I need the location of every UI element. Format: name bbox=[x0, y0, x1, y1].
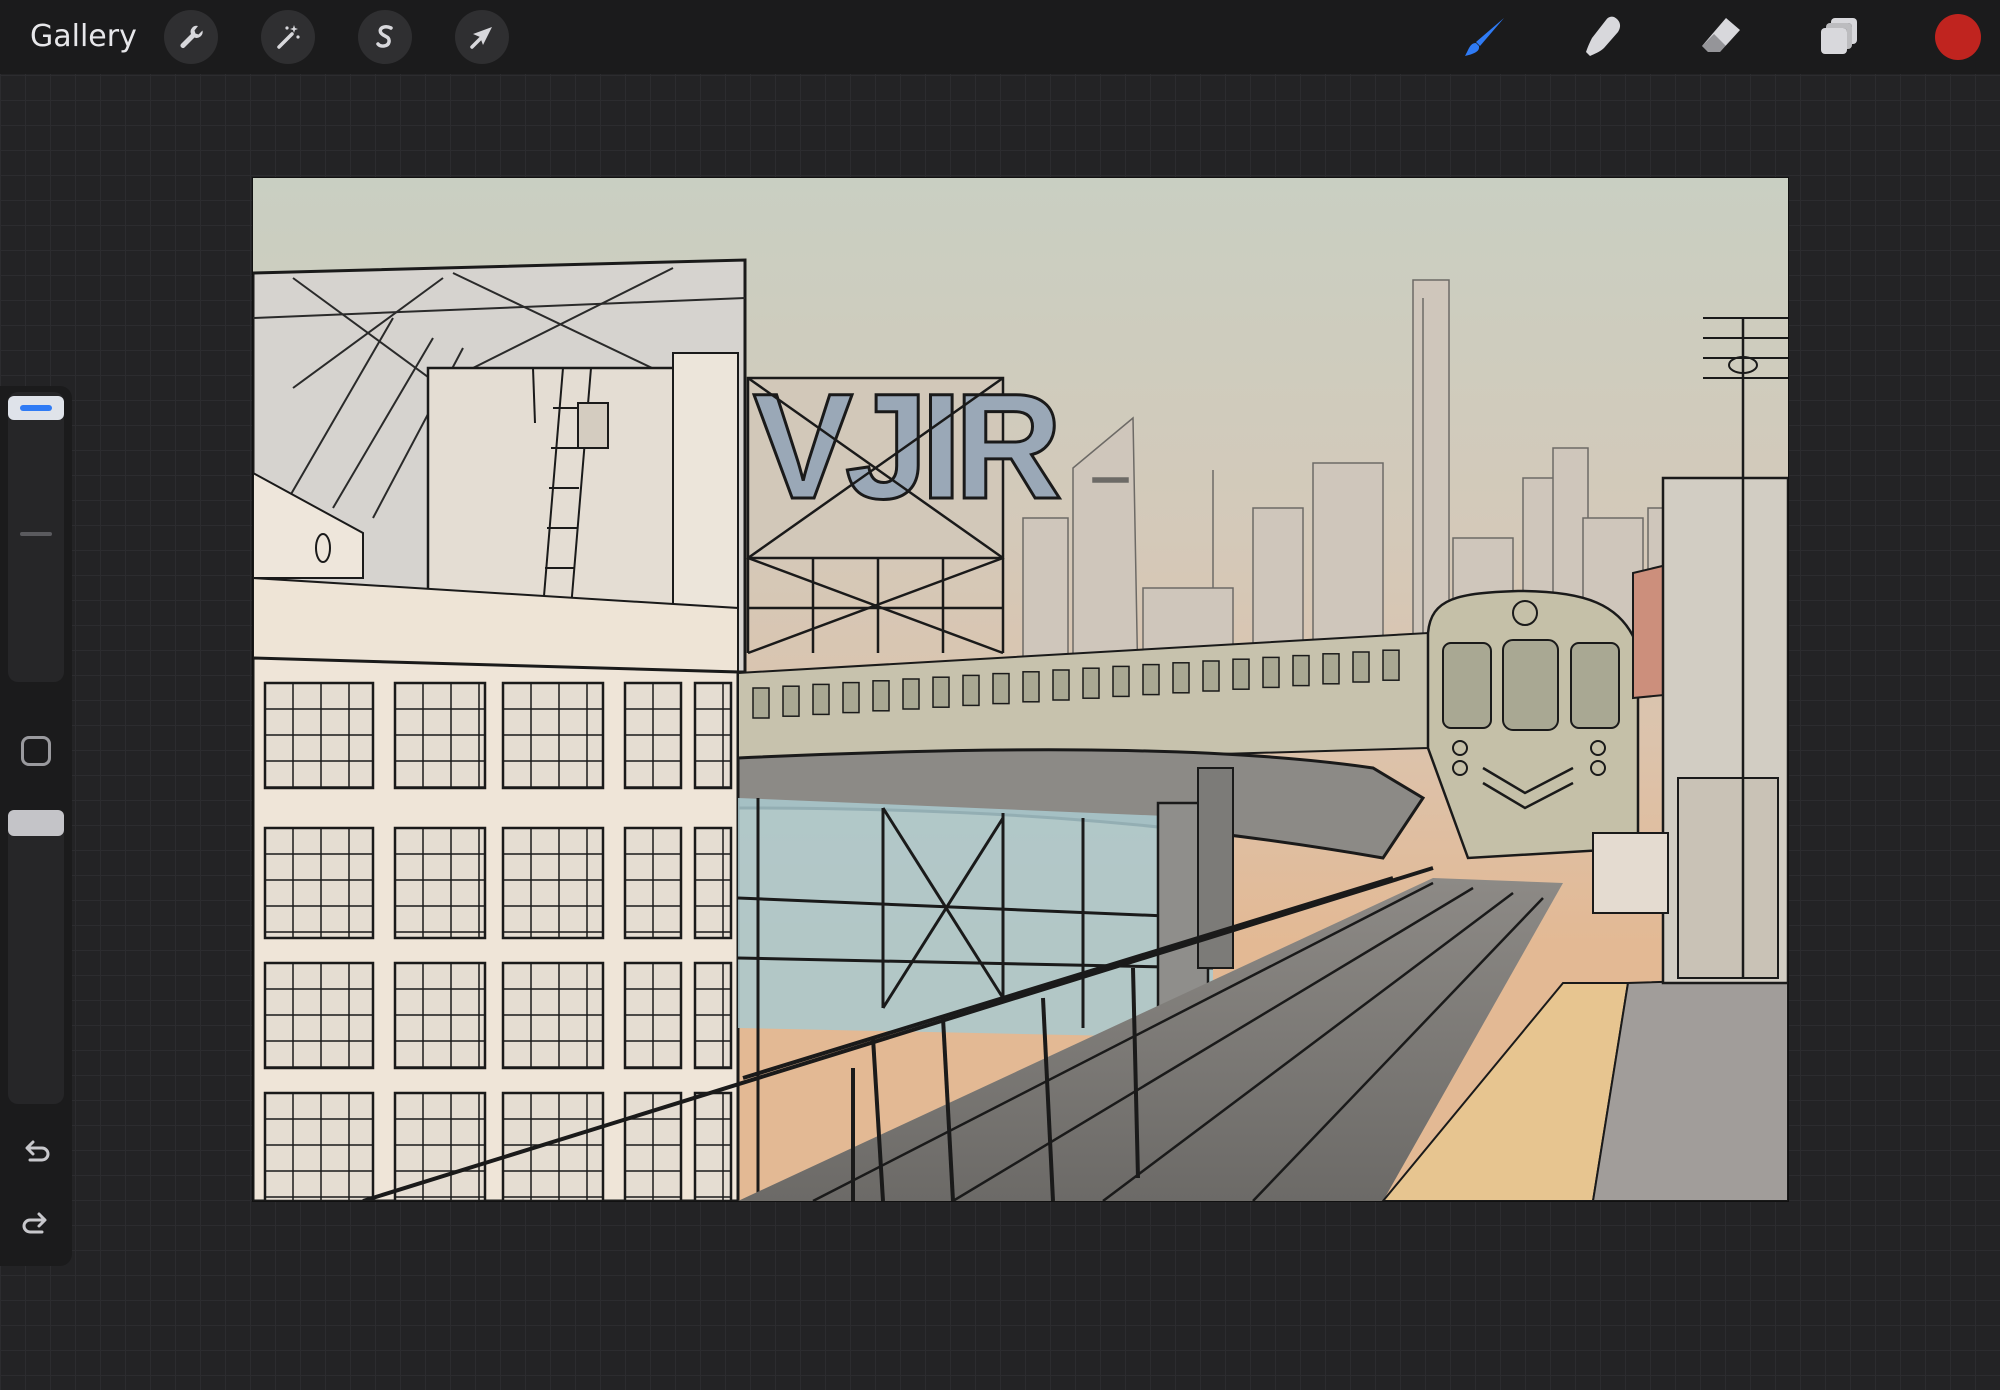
selection-s-icon bbox=[376, 25, 393, 48]
smudge-tool-button[interactable] bbox=[1578, 12, 1628, 62]
brush-size-mark bbox=[20, 532, 52, 536]
drawing-canvas[interactable]: VJIR bbox=[253, 178, 1788, 1201]
brush-size-slider[interactable] bbox=[8, 392, 64, 682]
opacity-slider[interactable] bbox=[8, 810, 64, 1104]
wrench-icon bbox=[180, 25, 203, 48]
layers-button[interactable] bbox=[1815, 12, 1865, 62]
selection-button[interactable] bbox=[358, 10, 412, 64]
redo-button[interactable] bbox=[16, 1204, 56, 1244]
brush-icon bbox=[1465, 18, 1504, 56]
brush-size-indicator bbox=[20, 405, 52, 411]
artwork-illustration: VJIR bbox=[253, 178, 1788, 1201]
eraser-icon bbox=[1702, 18, 1740, 52]
magic-wand-icon bbox=[277, 25, 300, 49]
gallery-button[interactable]: Gallery bbox=[30, 16, 137, 58]
undo-button[interactable] bbox=[16, 1132, 56, 1172]
smudge-finger-icon bbox=[1586, 16, 1621, 56]
arrow-cursor-icon bbox=[470, 27, 492, 49]
brush-tool-button[interactable] bbox=[1460, 12, 1510, 62]
brush-size-thumb[interactable] bbox=[8, 396, 64, 420]
opacity-thumb[interactable] bbox=[8, 810, 64, 836]
modify-button[interactable] bbox=[21, 736, 51, 766]
redo-icon bbox=[22, 1212, 47, 1234]
eraser-tool-button[interactable] bbox=[1696, 12, 1746, 62]
layers-icon bbox=[1821, 18, 1857, 54]
actions-button[interactable] bbox=[164, 10, 218, 64]
adjustments-button[interactable] bbox=[261, 10, 315, 64]
left-sidebar bbox=[0, 386, 72, 1266]
color-picker-swatch[interactable] bbox=[1935, 14, 1981, 60]
transform-button[interactable] bbox=[455, 10, 509, 64]
undo-icon bbox=[25, 1140, 50, 1162]
top-toolbar: Gallery bbox=[0, 0, 2000, 74]
